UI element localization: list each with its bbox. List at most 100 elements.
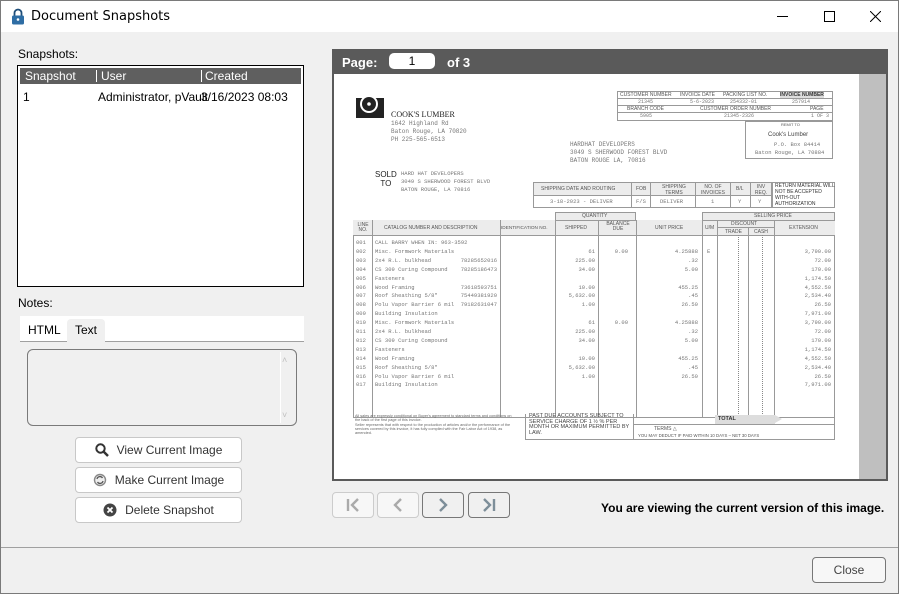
line-desc: Building Insulation xyxy=(375,310,438,318)
column-created[interactable]: Created xyxy=(205,69,248,83)
sold-to-line: 3049 S SHERWOOD FOREST BLVD xyxy=(401,178,491,185)
header-col: INVOICE NUMBER xyxy=(780,92,824,98)
page-count: of 3 xyxy=(447,55,471,70)
scroll-down-icon[interactable]: ˅ xyxy=(282,410,287,420)
line-unit: 5.00 xyxy=(684,265,698,273)
company-name: COOK'S LUMBER xyxy=(391,110,455,119)
total-label: TOTAL xyxy=(718,416,736,422)
table-row[interactable]: 1 Administrator, pVault 3/16/2023 08:03 xyxy=(20,88,301,106)
line-ext: 2,534.40 xyxy=(804,292,831,300)
page-of: 1 OF 3 xyxy=(811,113,830,119)
no-of-invoices: 1 xyxy=(711,198,715,205)
grid-header: Snapshot User Created xyxy=(20,68,301,84)
line-desc: Misc. Formwork Materials xyxy=(375,247,455,255)
line-shipped: 61 xyxy=(588,319,595,327)
viewer-scrollbar[interactable] xyxy=(859,74,886,479)
line-unit: 26.50 xyxy=(681,301,698,309)
close-button[interactable]: Close xyxy=(812,557,886,583)
delete-snapshot-button[interactable]: Delete Snapshot xyxy=(75,497,242,523)
line-desc: 2x4 R.L. bulkhead xyxy=(375,256,432,264)
minimize-icon xyxy=(777,15,788,17)
first-page-icon xyxy=(346,498,359,512)
delete-snapshot-label: Delete Snapshot xyxy=(125,503,214,517)
line-unit: 455.25 xyxy=(678,354,698,362)
fob: F/S xyxy=(636,198,646,205)
close-icon xyxy=(869,11,881,22)
tab-text[interactable]: Text xyxy=(67,319,106,342)
line-ext: 26.50 xyxy=(814,301,831,309)
ship-col: FOB xyxy=(636,186,647,192)
col-cash: CASH xyxy=(754,229,768,235)
line-desc: Wood Framing xyxy=(375,283,415,291)
line-shipped: 5,632.00 xyxy=(568,363,595,371)
column-divider[interactable] xyxy=(201,70,202,82)
past-due-line: MONTH OR MAXIMUM PERMITTED BY xyxy=(529,424,630,431)
line-no: 001 xyxy=(356,239,366,246)
column-user[interactable]: User xyxy=(101,69,126,83)
company-address-line: 1642 Highland Rd xyxy=(391,120,449,127)
line-shipped: 1.00 xyxy=(581,301,595,309)
line-unit: 4.25888 xyxy=(674,247,698,255)
column-snapshot[interactable]: Snapshot xyxy=(25,69,76,83)
col-trade: TRADE xyxy=(725,229,742,235)
line-desc: Polu Vapor Barrier 6 mil xyxy=(375,301,455,309)
notes-textarea[interactable]: ˄ ˅ xyxy=(27,349,297,426)
line-ext: 170.00 xyxy=(811,265,831,273)
tab-html[interactable]: HTML xyxy=(20,319,69,342)
line-no: 008 xyxy=(356,301,366,309)
header-col: PACKING LIST NO. xyxy=(723,92,768,98)
line-desc: Misc. Formwork Materials xyxy=(375,319,455,327)
ship-col: NO. OF INVOICES xyxy=(701,184,725,196)
line-ext: 4,552.50 xyxy=(804,283,831,291)
make-current-image-button[interactable]: Make Current Image xyxy=(75,467,242,493)
first-page-button[interactable] xyxy=(332,492,374,518)
line-id: 79182631047 xyxy=(460,301,497,309)
terms-text: TERMS xyxy=(654,426,672,432)
line-desc: Wood Framing xyxy=(375,354,415,362)
line-no: 014 xyxy=(356,354,366,362)
line-no: 006 xyxy=(356,283,366,291)
snapshots-label: Snapshots: xyxy=(18,47,79,61)
notes-scrollbar[interactable]: ˄ ˅ xyxy=(280,352,294,423)
terms-text: YOU MAY DEDUCT IF PAID WITHIN 10 DAYS – … xyxy=(638,433,760,438)
fine-print: All sales are expressly conditional on B… xyxy=(355,414,511,435)
snapshot-created: 3/16/2023 08:03 xyxy=(201,90,288,104)
to-label: TO xyxy=(380,179,392,188)
viewer-toolbar: Page: of 3 xyxy=(332,49,888,74)
line-unit: .32 xyxy=(688,256,698,264)
document-page: COOK'S LUMBER 1642 Highland Rd Baton Rou… xyxy=(334,74,859,479)
line-id: 78285652016 xyxy=(460,256,497,264)
last-page-icon xyxy=(483,498,496,512)
line-no: 005 xyxy=(356,274,366,282)
inv-req: Y xyxy=(758,198,762,205)
scroll-up-icon[interactable]: ˄ xyxy=(282,355,287,365)
document-viewer: Page: of 3 COOK'S LUMBER 1642 Highland R… xyxy=(332,49,888,481)
window-title: Document Snapshots xyxy=(31,9,171,24)
close-window-button[interactable] xyxy=(852,1,898,32)
next-page-icon xyxy=(439,498,448,512)
view-current-image-button[interactable]: View Current Image xyxy=(75,437,242,463)
previous-page-button[interactable] xyxy=(377,492,419,518)
terms-label: TERMS △ xyxy=(654,426,677,432)
next-page-button[interactable] xyxy=(422,492,464,518)
line-shipped: 34.00 xyxy=(578,265,595,273)
line-desc: Roof Sheathing 5/8" xyxy=(375,292,438,300)
page-number-input[interactable] xyxy=(389,53,435,69)
line-unit: 4.25888 xyxy=(674,319,698,327)
line-shipped: 225.00 xyxy=(575,328,595,335)
snapshots-grid[interactable]: Snapshot User Created 1 Administrator, p… xyxy=(17,65,304,287)
minimize-button[interactable] xyxy=(760,1,806,32)
notes-tabs: HTML Text xyxy=(20,316,304,342)
company-phone: PH 225-565-6513 xyxy=(391,136,446,143)
maximize-button[interactable] xyxy=(806,1,852,32)
column-divider[interactable] xyxy=(96,70,97,82)
col-unit-price: UNIT PRICE xyxy=(655,225,684,231)
line-no: 013 xyxy=(356,345,366,353)
previous-page-icon xyxy=(393,498,402,512)
customer-number: 21345 xyxy=(638,99,654,105)
last-page-button[interactable] xyxy=(468,492,510,518)
col-balance-due: BALANCE DUE xyxy=(606,221,630,232)
col-shipped: SHIPPED xyxy=(565,225,587,231)
line-ext: 2,534.40 xyxy=(804,363,831,371)
refresh-icon xyxy=(93,473,106,487)
